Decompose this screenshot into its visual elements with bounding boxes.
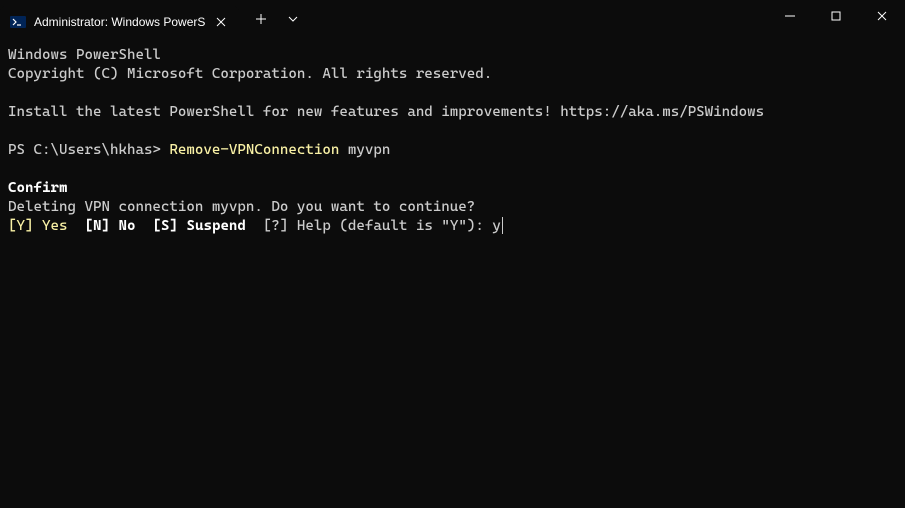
new-tab-button[interactable] bbox=[245, 3, 277, 35]
confirm-msg: Deleting VPN connection myvpn. Do you wa… bbox=[8, 198, 897, 217]
tab-title: Administrator: Windows PowerS bbox=[34, 15, 205, 29]
close-button[interactable] bbox=[859, 0, 905, 32]
titlebar: Administrator: Windows PowerS bbox=[0, 0, 905, 38]
blank-line bbox=[8, 84, 897, 103]
option-help: [?] Help (default is "Y"): bbox=[263, 218, 492, 234]
option-no: [N] No bbox=[84, 218, 135, 234]
prompt-line: PS C:\Users\hkhas> Remove-VPNConnection … bbox=[8, 141, 897, 160]
options-line: [Y] Yes [N] No [S] Suspend [?] Help (def… bbox=[8, 217, 897, 236]
option-suspend: [S] Suspend bbox=[152, 218, 245, 234]
spacer bbox=[246, 218, 263, 234]
copyright-line: Copyright (C) Microsoft Corporation. All… bbox=[8, 65, 897, 84]
tab-close-button[interactable] bbox=[213, 14, 229, 30]
tab-dropdown-button[interactable] bbox=[277, 3, 309, 35]
spacer bbox=[135, 218, 152, 234]
blank-line bbox=[8, 122, 897, 141]
prompt-prefix: PS C:\Users\hkhas> bbox=[8, 142, 169, 158]
window-controls bbox=[767, 0, 905, 38]
confirm-title: Confirm bbox=[8, 179, 897, 198]
tabs-area: Administrator: Windows PowerS bbox=[0, 0, 309, 38]
powershell-icon bbox=[10, 14, 26, 30]
command-name: Remove-VPNConnection bbox=[169, 142, 339, 158]
command-arg: myvpn bbox=[339, 142, 390, 158]
spacer bbox=[67, 218, 84, 234]
header-line: Windows PowerShell bbox=[8, 46, 897, 65]
terminal-content[interactable]: Windows PowerShellCopyright (C) Microsof… bbox=[0, 38, 905, 244]
install-msg-line: Install the latest PowerShell for new fe… bbox=[8, 103, 897, 122]
blank-line bbox=[8, 160, 897, 179]
cursor-icon bbox=[502, 217, 503, 234]
option-yes: [Y] Yes bbox=[8, 218, 67, 234]
user-input: y bbox=[492, 218, 501, 234]
terminal-tab[interactable]: Administrator: Windows PowerS bbox=[0, 6, 239, 38]
minimize-button[interactable] bbox=[767, 0, 813, 32]
maximize-button[interactable] bbox=[813, 0, 859, 32]
